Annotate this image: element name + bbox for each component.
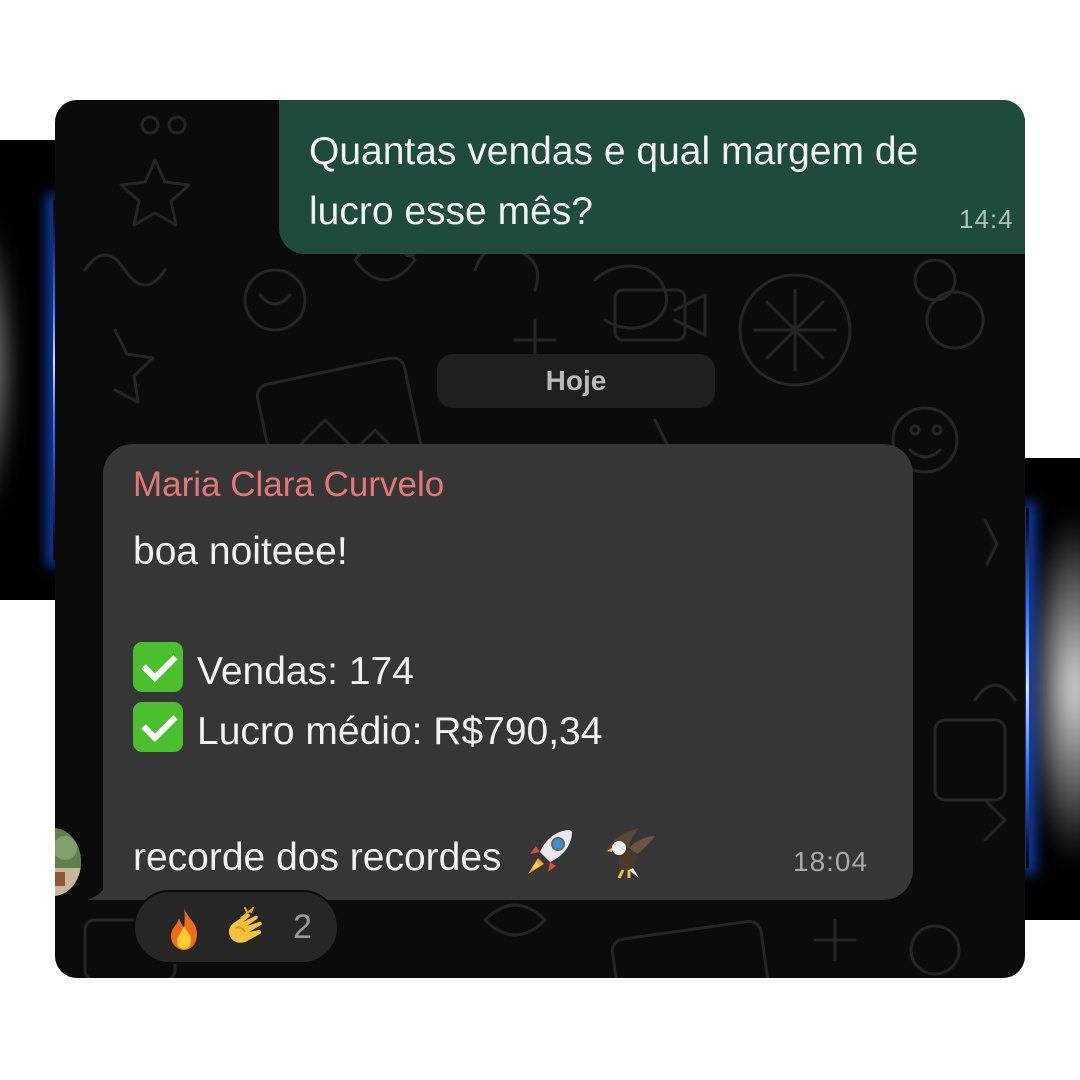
check-mark-icon — [133, 702, 183, 752]
greeting-line: boa noiteee! — [133, 530, 348, 573]
reactions-pill[interactable]: 2 — [133, 890, 339, 964]
chat-window[interactable]: Quantas vendas e qual margem de lucro es… — [55, 100, 1025, 978]
incoming-message-bubble[interactable]: Maria Clara Curvelo boa noiteee! Vendas:… — [103, 444, 913, 900]
outgoing-message-time: 14:4 — [959, 204, 1014, 234]
reaction-count: 2 — [293, 908, 312, 946]
incoming-message-body: boa noiteee! Vendas: 174 Lucro médio: R$… — [133, 522, 893, 882]
profit-row: Lucro médio: R$790,34 — [133, 702, 893, 762]
closing-text: recorde dos recordes — [133, 836, 502, 879]
rocket-icon — [528, 830, 573, 874]
sales-row: Vendas: 174 — [133, 642, 893, 702]
closing-row: recorde dos recordes — [133, 822, 893, 882]
outgoing-message-text: Quantas vendas e qual margem de lucro es… — [309, 130, 919, 233]
screenshot-stage: Quantas vendas e qual margem de lucro es… — [0, 0, 1080, 1080]
incoming-message-time: 18:04 — [793, 846, 869, 877]
right-glow-panel — [1022, 458, 1080, 920]
sales-text: Vendas: 174 — [197, 650, 414, 693]
clapping-hands-icon — [228, 907, 262, 943]
profit-text: Lucro médio: R$790,34 — [197, 710, 603, 753]
eagle-icon — [605, 828, 656, 879]
date-divider: Hoje — [437, 354, 715, 408]
check-mark-icon — [133, 642, 183, 692]
left-glow-panel — [0, 140, 60, 600]
outgoing-message-bubble[interactable]: Quantas vendas e qual margem de lucro es… — [279, 100, 1025, 254]
sender-name[interactable]: Maria Clara Curvelo — [133, 462, 444, 508]
fire-icon — [171, 908, 197, 950]
